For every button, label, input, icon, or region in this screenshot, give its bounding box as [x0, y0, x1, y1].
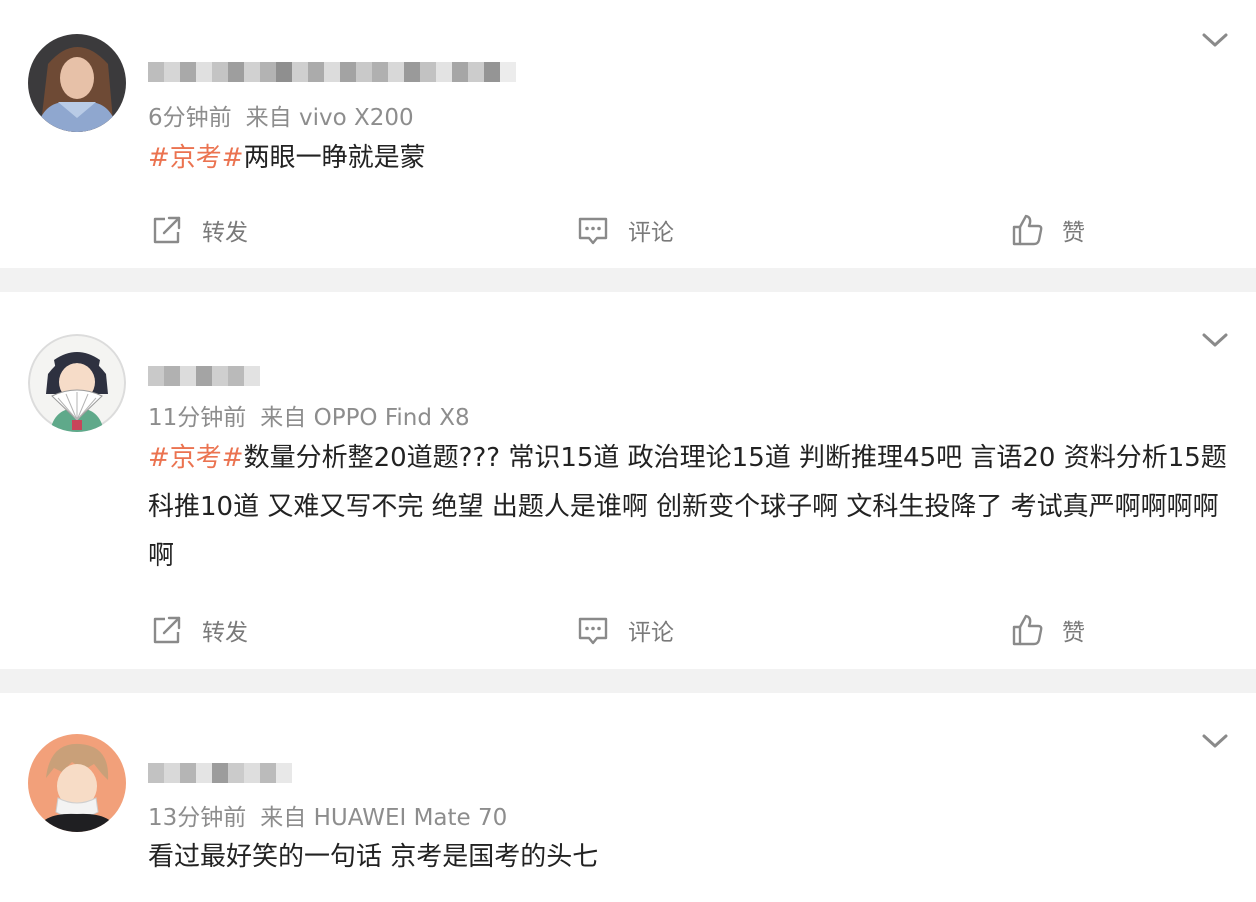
post-meta: 6分钟前 来自 vivo X200	[148, 98, 414, 132]
post-text: 数量分析整20道题??? 常识15道 政治理论15道 判断推理45吧 言语20 …	[148, 443, 1227, 571]
feed-divider	[0, 268, 1256, 292]
avatar[interactable]	[28, 734, 126, 832]
post-source: 来自 HUAWEI Mate 70	[260, 805, 508, 831]
post-card: 11分钟前 来自 OPPO Find X8 #京考#数量分析整20道题??? 常识…	[0, 292, 1256, 669]
like-button[interactable]: 赞	[1010, 610, 1085, 650]
post-time: 6分钟前	[148, 105, 232, 131]
username-blurred[interactable]	[148, 366, 260, 386]
repost-button[interactable]: 转发	[150, 610, 248, 650]
weibo-feed: 6分钟前 来自 vivo X200 #京考#两眼一睁就是蒙 转发 评论 赞 11…	[0, 0, 1256, 902]
action-bar: 转发 评论 赞	[0, 610, 1256, 650]
post-meta: 13分钟前 来自 HUAWEI Mate 70	[148, 798, 507, 832]
thumbs-up-icon	[1012, 614, 1043, 646]
post-meta: 11分钟前 来自 OPPO Find X8	[148, 398, 470, 432]
post-time: 13分钟前	[148, 805, 247, 831]
hashtag-link[interactable]: #京考#	[148, 143, 244, 173]
username-blurred[interactable]	[148, 62, 516, 82]
post-source: 来自 vivo X200	[245, 105, 414, 131]
chevron-down-icon[interactable]	[1200, 30, 1230, 50]
like-label: 赞	[1062, 620, 1085, 646]
repost-icon	[153, 616, 181, 644]
repost-label: 转发	[202, 220, 248, 246]
action-bar: 转发 评论 赞	[0, 210, 1256, 250]
comment-icon	[578, 617, 608, 645]
feed-divider	[0, 669, 1256, 693]
post-text: 两眼一睁就是蒙	[243, 143, 426, 173]
comment-icon	[578, 217, 608, 245]
username-blurred[interactable]	[148, 763, 292, 783]
avatar[interactable]	[28, 34, 126, 132]
avatar[interactable]	[28, 334, 126, 432]
comment-label: 评论	[628, 620, 674, 646]
post-time: 11分钟前	[148, 405, 247, 431]
hashtag-link[interactable]: #京考#	[148, 443, 244, 473]
repost-button[interactable]: 转发	[150, 210, 248, 250]
post-content: #京考#数量分析整20道题??? 常识15道 政治理论15道 判断推理45吧 言…	[148, 434, 1228, 581]
like-button[interactable]: 赞	[1010, 210, 1085, 250]
like-label: 赞	[1062, 220, 1085, 246]
post-source: 来自 OPPO Find X8	[260, 405, 470, 431]
post-card: 13分钟前 来自 HUAWEI Mate 70 看过最好笑的一句话 京考是国考的头…	[0, 693, 1256, 902]
comment-label: 评论	[628, 220, 674, 246]
post-text: 看过最好笑的一句话 京考是国考的头七	[148, 842, 599, 872]
post-card: 6分钟前 来自 vivo X200 #京考#两眼一睁就是蒙 转发 评论 赞	[0, 0, 1256, 268]
comment-button[interactable]: 评论	[576, 210, 674, 250]
thumbs-up-icon	[1012, 214, 1043, 246]
repost-icon	[153, 216, 181, 244]
repost-label: 转发	[202, 620, 248, 646]
post-content: #京考#两眼一睁就是蒙	[148, 134, 1228, 183]
post-content: 看过最好笑的一句话 京考是国考的头七	[148, 833, 1228, 882]
chevron-down-icon[interactable]	[1200, 330, 1230, 350]
chevron-down-icon[interactable]	[1200, 731, 1230, 751]
comment-button[interactable]: 评论	[576, 610, 674, 650]
